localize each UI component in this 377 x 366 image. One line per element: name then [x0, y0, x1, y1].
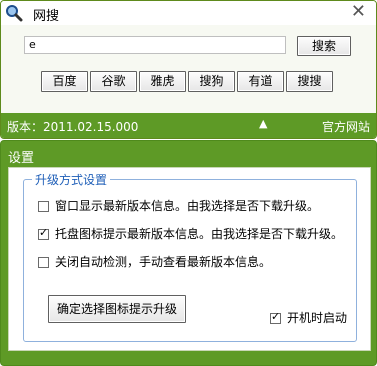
official-site-link[interactable]: 官方网站	[322, 118, 370, 135]
option-tray-notify[interactable]: ✓ 托盘图标提示最新版本信息。由我选择是否下载升级。	[38, 225, 343, 242]
search-window: 网搜 ✕ e 搜索 百度 谷歌 雅虎 搜狗 有道 搜搜 版本：2011.02.1…	[0, 0, 377, 139]
checkbox-window-notify[interactable]	[38, 201, 49, 212]
option-label: 窗口显示最新版本信息。由我选择是否下载升级。	[55, 199, 320, 213]
settings-title: 设置	[8, 151, 35, 166]
settings-panel: 升级方式设置 窗口显示最新版本信息。由我选择是否下载升级。 ✓ 托盘图标提示最新版…	[8, 167, 371, 351]
checkbox-tray-notify[interactable]: ✓	[38, 226, 49, 240]
option-window-notify[interactable]: 窗口显示最新版本信息。由我选择是否下载升级。	[38, 197, 319, 214]
search-input[interactable]: e	[24, 36, 286, 54]
checkbox-manual-check[interactable]	[38, 257, 49, 268]
title-bar: 网搜 ✕	[1, 1, 376, 25]
engine-baidu-button[interactable]: 百度	[41, 71, 88, 92]
check-mark-icon: ✓	[271, 310, 281, 323]
engine-sogou-button[interactable]: 搜狗	[188, 71, 235, 92]
engine-soso-button[interactable]: 搜搜	[286, 71, 333, 92]
group-title: 升级方式设置	[32, 171, 111, 188]
search-button[interactable]: 搜索	[297, 36, 351, 56]
engine-google-button[interactable]: 谷歌	[90, 71, 137, 92]
confirm-upgrade-button[interactable]: 确定选择图标提示升级	[48, 295, 186, 323]
check-mark-icon: ✓	[39, 226, 49, 239]
engine-youdao-button[interactable]: 有道	[237, 71, 284, 92]
startup-option[interactable]: ✓ 开机时启动	[270, 309, 347, 326]
upgrade-groupbox: 升级方式设置 窗口显示最新版本信息。由我选择是否下载升级。 ✓ 托盘图标提示最新版…	[23, 171, 357, 342]
option-manual-check[interactable]: 关闭自动检测，手动查看最新版本信息。	[38, 253, 271, 270]
checkbox-startup[interactable]: ✓	[270, 310, 281, 324]
option-label: 关闭自动检测，手动查看最新版本信息。	[55, 255, 272, 269]
version-text: 版本：2011.02.15.000	[7, 120, 139, 134]
status-bar: 版本：2011.02.15.000 ▲ 官方网站	[1, 113, 376, 138]
engine-yahoo-button[interactable]: 雅虎	[139, 71, 186, 92]
chevron-up-icon[interactable]: ▲	[259, 117, 267, 130]
close-icon[interactable]: ✕	[351, 2, 366, 22]
magnifier-icon	[6, 5, 23, 22]
option-label: 托盘图标提示最新版本信息。由我选择是否下载升级。	[55, 227, 344, 241]
window-title: 网搜	[33, 9, 60, 24]
settings-window: 设置 升级方式设置 窗口显示最新版本信息。由我选择是否下载升级。 ✓ 托盘图标提示…	[0, 140, 377, 366]
startup-label: 开机时启动	[287, 311, 348, 325]
